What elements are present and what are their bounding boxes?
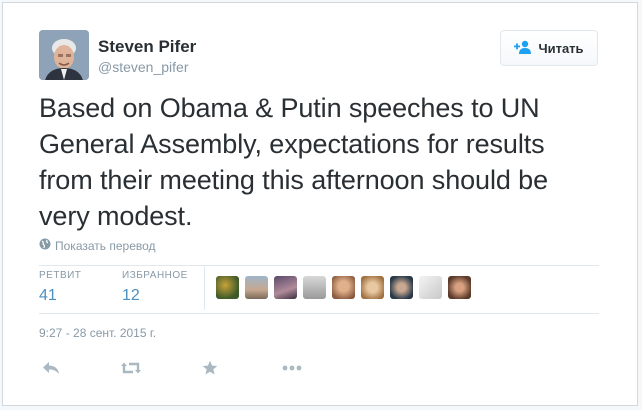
stats-divider bbox=[204, 266, 205, 310]
retweet-icon[interactable] bbox=[119, 356, 143, 380]
tweet-text-line: Based on Obama & Putin speeches to UN bbox=[39, 93, 540, 123]
divider bbox=[39, 265, 599, 266]
favorite-count: 12 bbox=[122, 287, 140, 304]
user-fullname[interactable]: Steven Pifer bbox=[98, 37, 196, 57]
favoriter-avatar[interactable] bbox=[332, 276, 355, 299]
show-translation-label: Показать перевод bbox=[55, 238, 156, 253]
more-options-icon[interactable] bbox=[280, 356, 304, 380]
favoriter-avatar[interactable] bbox=[303, 276, 326, 299]
retweet-count: 41 bbox=[39, 287, 57, 304]
tweet-text: Based on Obama & Putin speeches to UN Ge… bbox=[39, 90, 619, 234]
favorite-label: ИЗБРАННОЕ bbox=[122, 270, 188, 281]
retweet-stat[interactable]: РЕТВИТ 41 bbox=[39, 270, 81, 305]
globe-icon bbox=[39, 238, 51, 253]
user-handle[interactable]: @steven_pifer bbox=[98, 59, 188, 75]
favoriter-avatar[interactable] bbox=[390, 276, 413, 299]
favoriter-avatar[interactable] bbox=[245, 276, 268, 299]
reply-icon[interactable] bbox=[39, 356, 63, 380]
tweet-text-line: General Assembly, expectations for resul… bbox=[39, 129, 545, 159]
favoriter-avatar[interactable] bbox=[419, 276, 442, 299]
favoriters-avatars bbox=[216, 276, 471, 299]
user-avatar[interactable] bbox=[39, 30, 89, 80]
tweet-text-line: very modest. bbox=[39, 201, 193, 231]
favoriter-avatar[interactable] bbox=[361, 276, 384, 299]
favoriter-avatar[interactable] bbox=[274, 276, 297, 299]
follow-user-icon bbox=[514, 40, 532, 57]
tweet-timestamp[interactable]: 9:27 - 28 сент. 2015 г. bbox=[39, 326, 156, 340]
follow-button[interactable]: Читать bbox=[500, 30, 598, 66]
divider bbox=[39, 313, 599, 314]
favorite-star-icon[interactable] bbox=[198, 356, 222, 380]
favoriter-avatar[interactable] bbox=[448, 276, 471, 299]
follow-button-label: Читать bbox=[538, 40, 584, 56]
favorite-stat[interactable]: ИЗБРАННОЕ 12 bbox=[122, 270, 188, 305]
show-translation-link[interactable]: Показать перевод bbox=[39, 238, 156, 253]
tweet-text-line: from their meeting this afternoon should… bbox=[39, 165, 548, 195]
retweet-label: РЕТВИТ bbox=[39, 270, 82, 281]
favoriter-avatar[interactable] bbox=[216, 276, 239, 299]
